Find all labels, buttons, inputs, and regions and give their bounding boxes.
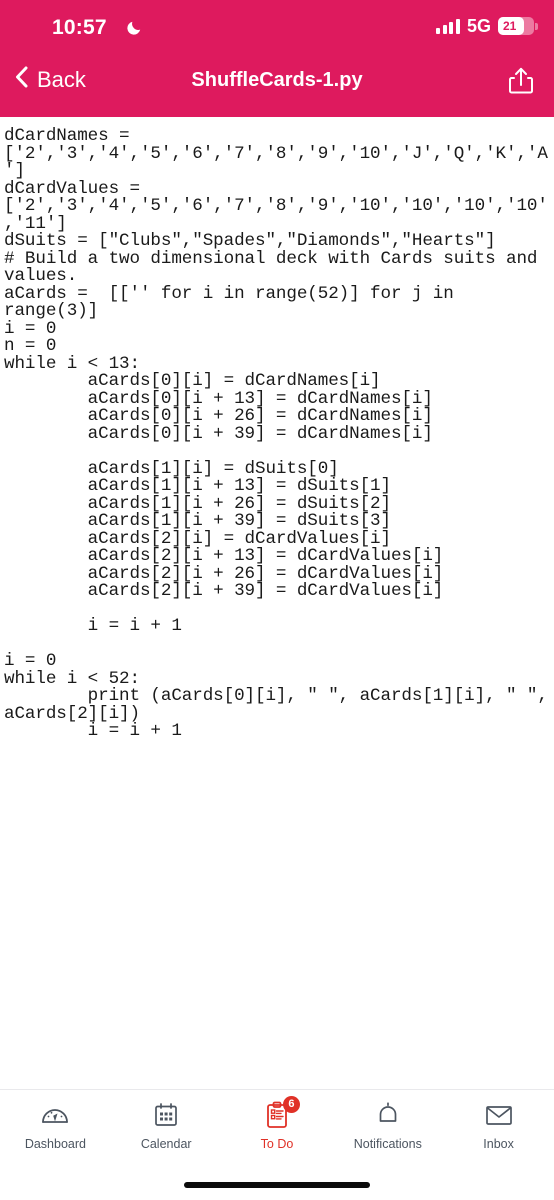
cellular-signal-icon [436,18,460,34]
calendar-icon [150,1100,182,1130]
clipboard-checklist-icon: 6 [261,1096,300,1130]
status-bar-time: 10:57 [52,16,107,39]
page-title: ShuffleCards-1.py [191,69,363,91]
crescent-moon-icon [126,18,144,36]
tab-todo-label: To Do [260,1137,294,1151]
tab-calendar-label: Calendar [140,1137,192,1151]
bottom-tab-bar: Dashboard Calendar 6 To Do Notifications… [0,1089,554,1200]
todo-badge: 6 [282,1096,300,1113]
status-bar: 10:57 5G 21 [0,0,554,56]
tab-dashboard[interactable]: Dashboard [0,1100,111,1151]
share-button[interactable] [508,66,534,101]
app-header: 10:57 5G 21 Back ShuffleCards-1.py [0,0,554,117]
gauge-icon [39,1100,71,1130]
status-bar-indicators: 5G 21 [436,16,538,36]
envelope-icon [483,1100,515,1130]
tab-calendar[interactable]: Calendar [111,1100,222,1151]
tab-dashboard-label: Dashboard [24,1137,86,1151]
battery-level-label: 21 [503,19,517,33]
share-icon [508,67,534,100]
tab-notifications-label: Notifications [353,1137,422,1151]
battery-cap [535,23,538,30]
bell-icon [372,1100,404,1130]
code-viewer[interactable]: dCardNames = ['2','3','4','5','6','7','8… [0,117,554,1090]
tab-notifications[interactable]: Notifications [332,1100,443,1151]
home-indicator[interactable] [184,1182,370,1188]
tab-inbox-label: Inbox [483,1137,514,1151]
network-type-label: 5G [466,16,491,36]
battery-icon: 21 [498,17,538,35]
source-code: dCardNames = ['2','3','4','5','6','7','8… [4,126,548,741]
tab-todo[interactable]: 6 To Do [222,1096,333,1151]
tab-inbox[interactable]: Inbox [443,1100,554,1151]
navigation-bar: Back ShuffleCards-1.py [0,56,554,117]
